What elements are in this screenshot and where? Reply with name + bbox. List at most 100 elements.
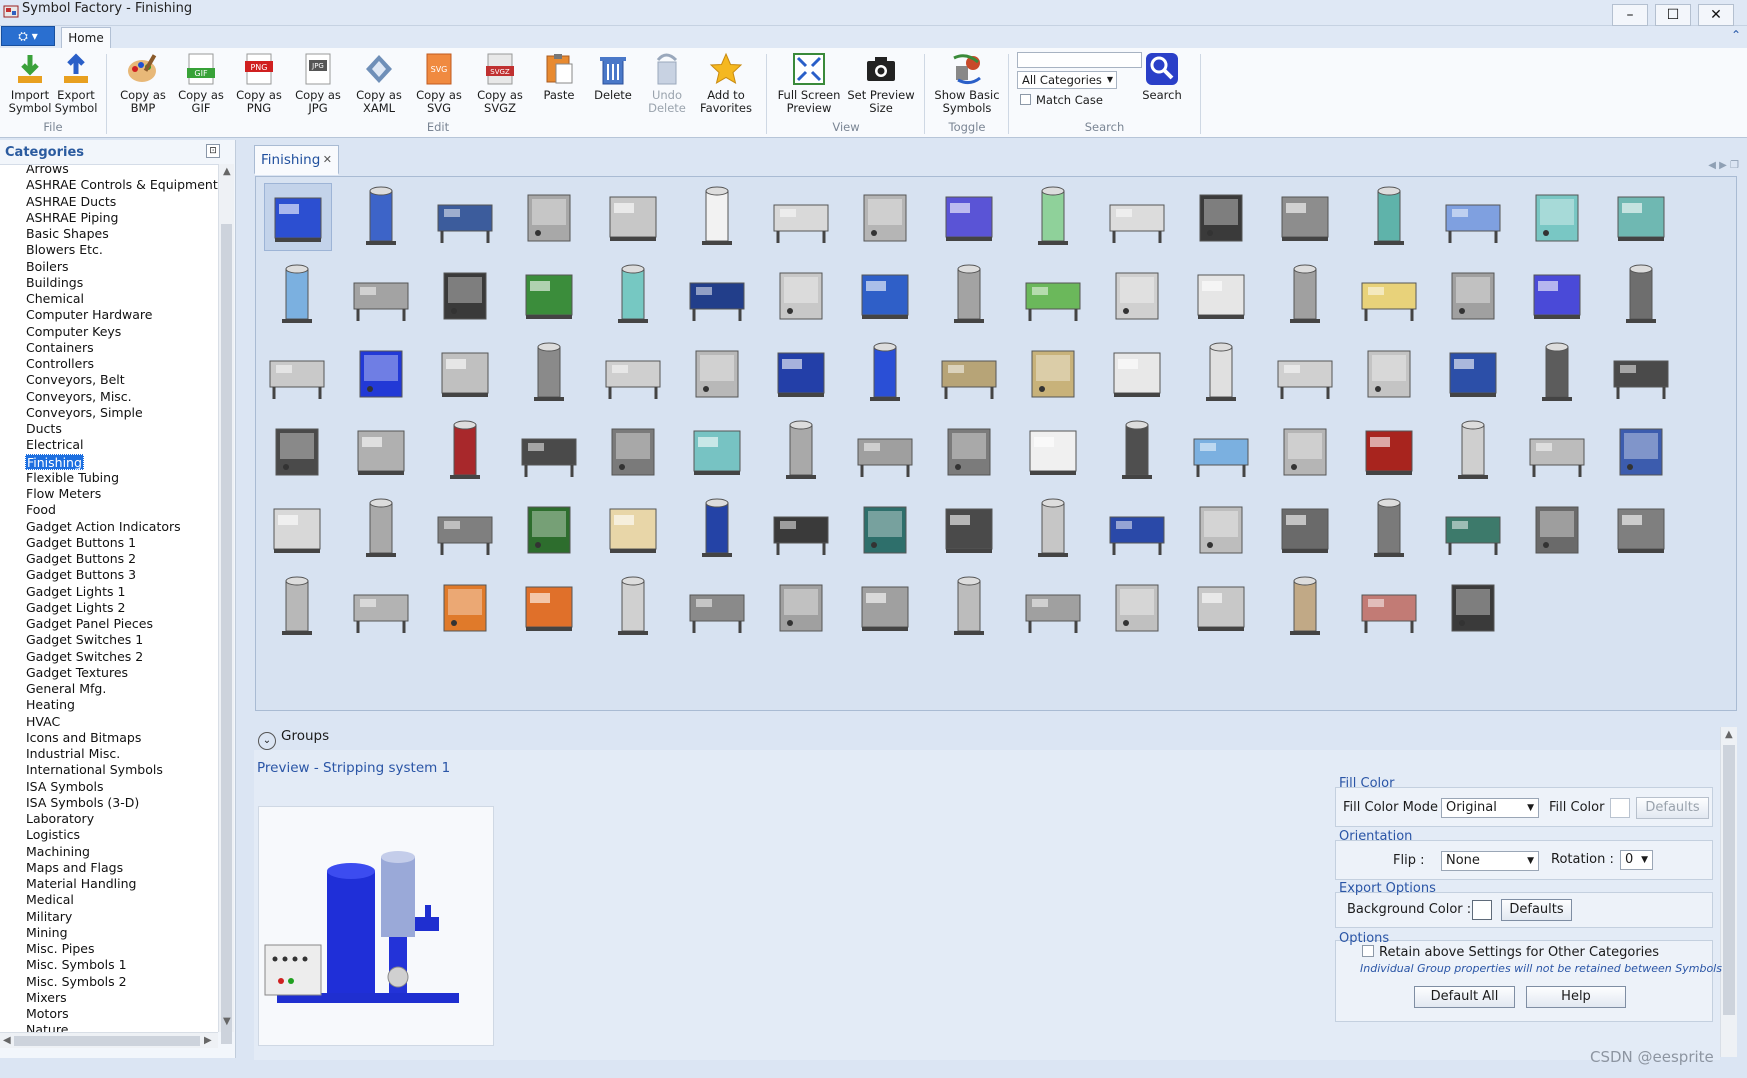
category-item[interactable]: Gadget Buttons 2 <box>26 551 136 567</box>
category-item[interactable]: Industrial Misc. <box>26 746 120 762</box>
tab-next-icon[interactable]: ▶ <box>1719 160 1727 171</box>
symbol-tile[interactable] <box>1188 573 1256 641</box>
symbol-tile[interactable] <box>936 573 1004 641</box>
close-button[interactable]: ✕ <box>1698 4 1734 26</box>
symbol-tile[interactable] <box>1608 339 1676 407</box>
category-item[interactable]: ASHRAE Piping <box>26 210 119 226</box>
tab-prev-icon[interactable]: ◀ <box>1708 160 1716 171</box>
symbol-tile[interactable] <box>1020 573 1088 641</box>
symbol-tile[interactable] <box>768 261 836 329</box>
symbol-tile[interactable] <box>1020 495 1088 563</box>
category-item[interactable]: Machining <box>26 844 90 860</box>
scrollbar-thumb[interactable] <box>221 224 232 1044</box>
export-symbol-button[interactable]: Export Symbol <box>54 52 98 115</box>
symbol-tile[interactable] <box>600 261 668 329</box>
symbol-tile[interactable] <box>1524 261 1592 329</box>
symbol-tile[interactable] <box>516 183 584 251</box>
tab-navigation[interactable]: ◀ ▶ ❐ <box>1708 160 1739 171</box>
category-item[interactable]: Gadget Buttons 3 <box>26 567 136 583</box>
category-item[interactable]: Containers <box>26 340 94 356</box>
symbol-tile[interactable] <box>1608 261 1676 329</box>
groups-expander[interactable]: ⌄ Groups <box>258 728 329 750</box>
symbol-tile[interactable] <box>264 573 332 641</box>
symbol-tile[interactable] <box>1104 417 1172 485</box>
symbol-tile[interactable] <box>432 183 500 251</box>
category-item[interactable]: Mining <box>26 925 68 941</box>
category-item[interactable]: ASHRAE Controls & Equipment <box>26 177 218 193</box>
symbol-tile[interactable] <box>1440 417 1508 485</box>
category-item[interactable]: Computer Hardware <box>26 307 152 323</box>
flip-select[interactable]: None ▼ <box>1441 851 1539 871</box>
symbol-tile[interactable] <box>1020 261 1088 329</box>
symbol-tile[interactable] <box>516 417 584 485</box>
category-item[interactable]: ASHRAE Ducts <box>26 194 116 210</box>
symbol-tile[interactable] <box>684 261 752 329</box>
symbol-tile[interactable] <box>1104 183 1172 251</box>
symbol-tile[interactable] <box>600 573 668 641</box>
undo-delete-button[interactable]: Undo Delete <box>642 52 692 115</box>
default-all-button[interactable]: Default All <box>1414 986 1515 1008</box>
category-item[interactable]: Gadget Textures <box>26 665 128 681</box>
symbol-tile[interactable] <box>768 495 836 563</box>
symbol-tile[interactable] <box>348 495 416 563</box>
category-item[interactable]: General Mfg. <box>26 681 106 697</box>
scroll-left-icon[interactable]: ◀ <box>3 1035 11 1046</box>
symbol-tile[interactable] <box>1272 183 1340 251</box>
categories-horizontal-scrollbar[interactable]: ◀ ▶ <box>0 1032 218 1048</box>
symbol-tile[interactable] <box>348 417 416 485</box>
background-color-swatch[interactable] <box>1472 900 1492 920</box>
panel-splitter[interactable] <box>255 712 1737 722</box>
delete-button[interactable]: Delete <box>588 52 638 102</box>
copy-as-svgz-button[interactable]: SVGZ Copy as SVGZ <box>472 52 528 115</box>
fill-defaults-button[interactable]: Defaults <box>1636 797 1709 819</box>
show-basic-symbols-button[interactable]: Show Basic Symbols <box>932 52 1002 115</box>
symbol-tile[interactable] <box>768 417 836 485</box>
symbol-tile[interactable] <box>516 339 584 407</box>
scroll-right-icon[interactable]: ▶ <box>204 1035 212 1046</box>
symbol-tile[interactable] <box>684 183 752 251</box>
set-preview-size-button[interactable]: Set Preview Size <box>846 52 916 115</box>
symbol-tile[interactable] <box>768 183 836 251</box>
symbol-tile[interactable] <box>1356 183 1424 251</box>
symbol-tile[interactable] <box>264 183 332 251</box>
symbol-tile[interactable] <box>1440 495 1508 563</box>
category-item[interactable]: Misc. Symbols 1 <box>26 957 127 973</box>
symbol-tile[interactable] <box>432 261 500 329</box>
symbol-tile[interactable] <box>1524 417 1592 485</box>
symbol-tile[interactable] <box>1188 183 1256 251</box>
symbol-tile[interactable] <box>1524 495 1592 563</box>
symbol-tile[interactable] <box>936 183 1004 251</box>
symbol-tile[interactable] <box>600 183 668 251</box>
symbol-tile[interactable] <box>936 261 1004 329</box>
category-item[interactable]: Medical <box>26 892 74 908</box>
symbol-tile[interactable] <box>1272 573 1340 641</box>
category-item[interactable]: Conveyors, Simple <box>26 405 143 421</box>
fill-color-swatch[interactable] <box>1610 798 1630 818</box>
category-item[interactable]: HVAC <box>26 714 60 730</box>
symbol-tile[interactable] <box>1272 417 1340 485</box>
symbol-tile[interactable] <box>264 417 332 485</box>
symbol-tile[interactable] <box>852 261 920 329</box>
match-case-checkbox[interactable]: Match Case <box>1020 93 1103 107</box>
symbol-tile[interactable] <box>1356 339 1424 407</box>
symbol-tile[interactable] <box>600 495 668 563</box>
symbol-tile[interactable] <box>1188 417 1256 485</box>
export-defaults-button[interactable]: Defaults <box>1501 899 1572 921</box>
symbol-tile[interactable] <box>264 495 332 563</box>
symbol-tile[interactable] <box>1608 417 1676 485</box>
symbol-tile[interactable] <box>1356 573 1424 641</box>
symbol-tile[interactable] <box>1440 261 1508 329</box>
symbol-tile[interactable] <box>1272 495 1340 563</box>
category-item[interactable]: Computer Keys <box>26 324 121 340</box>
symbol-tile[interactable] <box>348 573 416 641</box>
symbol-tile[interactable] <box>1440 183 1508 251</box>
category-item[interactable]: Finishing <box>25 453 84 470</box>
symbol-tile[interactable] <box>684 339 752 407</box>
symbol-tile[interactable] <box>684 495 752 563</box>
symbol-tile[interactable] <box>936 417 1004 485</box>
category-item[interactable]: Nature <box>26 1022 68 1032</box>
symbol-tile[interactable] <box>1356 417 1424 485</box>
category-item[interactable]: ISA Symbols <box>26 779 103 795</box>
category-item[interactable]: Maps and Flags <box>26 860 123 876</box>
category-item[interactable]: Conveyors, Belt <box>26 372 125 388</box>
